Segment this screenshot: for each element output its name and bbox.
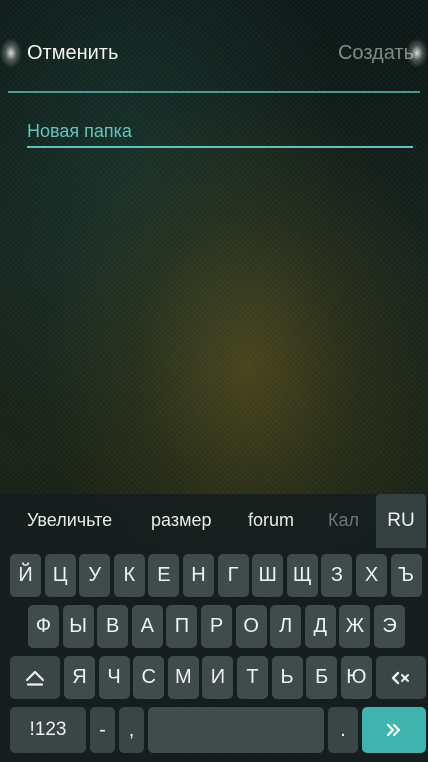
key-letter[interactable]: К xyxy=(113,554,145,597)
key-letter[interactable]: И xyxy=(202,656,234,699)
key-letter[interactable]: М xyxy=(167,656,199,699)
key-letter[interactable]: А xyxy=(131,605,163,648)
shift-arrow-icon xyxy=(25,670,45,686)
symbols-key[interactable]: !123 xyxy=(10,707,86,753)
suggestion-item[interactable]: forum xyxy=(248,510,294,531)
create-button[interactable]: Создать xyxy=(338,42,414,65)
key-letter[interactable]: Т xyxy=(237,656,268,699)
backspace-key[interactable] xyxy=(376,656,426,699)
key-letter[interactable]: Б xyxy=(306,656,338,699)
dash-key[interactable]: - xyxy=(90,707,115,753)
key-letter[interactable]: Ч xyxy=(98,656,130,699)
key-letter[interactable]: В xyxy=(97,605,129,648)
suggestion-strip: Увеличьте размер forum Кал RU xyxy=(0,494,428,548)
language-switch-button[interactable]: RU xyxy=(376,494,426,548)
key-letter[interactable]: Ю xyxy=(340,656,372,699)
key-letter[interactable]: Щ xyxy=(286,554,318,597)
key-letter[interactable]: Е xyxy=(148,554,180,597)
key-letter[interactable]: Ф xyxy=(28,605,59,648)
key-letter[interactable]: Ш xyxy=(252,554,284,597)
suggestion-item[interactable]: Кал xyxy=(328,510,374,531)
cancel-button[interactable]: Отменить xyxy=(27,42,118,65)
key-letter[interactable]: Д xyxy=(304,605,336,648)
key-letter[interactable]: Я xyxy=(64,656,95,699)
key-letter[interactable]: П xyxy=(166,605,198,648)
folder-name-field[interactable] xyxy=(27,118,413,148)
key-letter[interactable]: Л xyxy=(270,605,302,648)
key-letter[interactable]: Ж xyxy=(339,605,371,648)
backspace-icon xyxy=(391,671,409,684)
key-letter[interactable]: Й xyxy=(10,554,41,597)
suggestion-item[interactable]: Увеличьте xyxy=(27,510,112,531)
edge-glow xyxy=(406,38,428,68)
input-underline xyxy=(27,146,413,148)
folder-name-input[interactable] xyxy=(27,118,413,144)
key-letter[interactable]: Н xyxy=(183,554,214,597)
soft-keyboard: Увеличьте размер forum Кал RU ЙЦУКЕНГШЩЗ… xyxy=(0,494,428,762)
key-letter[interactable]: У xyxy=(79,554,111,597)
suggestion-item[interactable]: размер xyxy=(151,510,211,531)
edge-glow xyxy=(0,38,22,68)
comma-key[interactable]: , xyxy=(119,707,144,753)
action-bar: Отменить Создать xyxy=(0,0,428,93)
key-letter[interactable]: Ь xyxy=(271,656,303,699)
key-letter[interactable]: Ц xyxy=(44,554,76,597)
key-letter[interactable]: З xyxy=(321,554,353,597)
enter-key[interactable] xyxy=(362,707,426,753)
space-key[interactable] xyxy=(148,707,324,753)
key-letter[interactable]: О xyxy=(235,605,267,648)
key-letter[interactable]: Ъ xyxy=(390,554,422,597)
header-divider xyxy=(8,91,420,93)
key-letter[interactable]: Р xyxy=(201,605,232,648)
key-letter[interactable]: С xyxy=(133,656,165,699)
key-letter[interactable]: Ы xyxy=(62,605,94,648)
key-letter[interactable]: Г xyxy=(217,554,249,597)
key-letter[interactable]: Э xyxy=(374,605,405,648)
period-key[interactable]: . xyxy=(328,707,358,753)
key-letter[interactable]: Х xyxy=(356,554,387,597)
shift-key[interactable] xyxy=(10,656,60,699)
double-chevron-right-icon xyxy=(386,723,401,737)
